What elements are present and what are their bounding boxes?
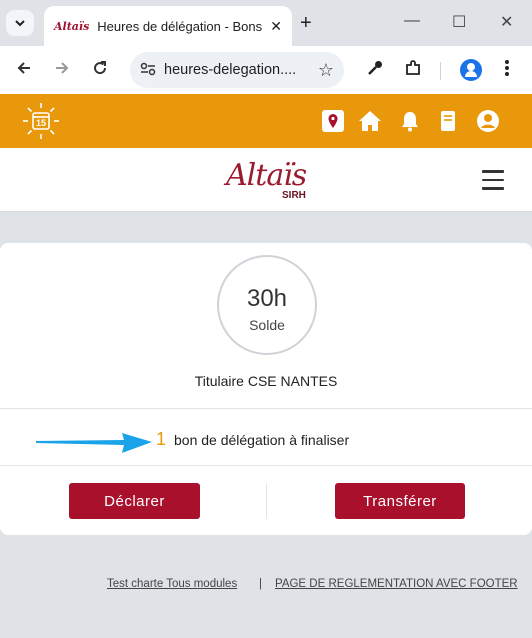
tab-close-icon[interactable]: ✕ <box>270 18 282 35</box>
home-icon[interactable] <box>358 109 382 133</box>
close-window-button[interactable]: ✕ <box>500 12 513 32</box>
browser-toolbar: heures-delegation.... ☆ <box>0 46 532 94</box>
bell-icon[interactable] <box>398 109 422 133</box>
chevron-down-icon <box>15 20 25 27</box>
tab-favicon: Altaïs <box>54 19 90 33</box>
logo-bar: Altaïs SIRH <box>0 148 532 212</box>
back-icon[interactable] <box>16 60 32 81</box>
titulaire-label: Titulaire CSE NANTES <box>194 373 338 389</box>
solde-circle: 30h Solde <box>217 255 317 355</box>
bons-row[interactable]: 1 bon de délégation à finaliser <box>0 427 532 463</box>
browser-tab[interactable]: Altaïs Heures de délégation - Bons de ✕ <box>44 6 292 46</box>
calendar-sun-icon[interactable]: 15 <box>22 102 60 140</box>
transferer-button[interactable]: Transférer <box>335 483 465 519</box>
url-text: heures-delegation.... <box>164 62 297 78</box>
address-bar[interactable]: heures-delegation.... ☆ <box>130 52 344 88</box>
map-pin-icon[interactable] <box>321 109 345 133</box>
user-icon[interactable] <box>476 109 500 133</box>
divider <box>0 408 532 409</box>
calendar-day: 15 <box>35 118 46 128</box>
toolbar-separator <box>440 62 441 80</box>
bons-text: bon de délégation à finaliser <box>174 432 350 448</box>
browser-tab-bar: Altaïs Heures de délégation - Bons de ✕ … <box>0 0 532 46</box>
book-icon[interactable] <box>436 109 460 133</box>
solde-value: 30h <box>246 285 288 312</box>
bons-count: 1 <box>156 429 167 449</box>
minimize-button[interactable]: — <box>404 12 420 30</box>
arrow-icon <box>36 433 152 453</box>
footer-separator: | <box>259 578 262 590</box>
divider <box>0 465 532 466</box>
tab-search-button[interactable] <box>6 10 34 36</box>
star-icon[interactable]: ☆ <box>318 60 334 81</box>
eyedropper-icon[interactable] <box>366 59 384 82</box>
footer-link-charte[interactable]: Test charte Tous modules <box>107 578 237 590</box>
profile-icon[interactable] <box>460 59 482 81</box>
footer-link-reglementation[interactable]: PAGE DE REGLEMENTATION AVEC FOOTER <box>275 578 518 590</box>
altays-logo[interactable]: Altaïs SIRH <box>226 158 307 201</box>
maximize-button[interactable]: ☐ <box>452 12 466 32</box>
new-tab-button[interactable]: + <box>300 12 312 35</box>
menu-kebab-icon[interactable] <box>504 59 510 82</box>
forward-icon[interactable] <box>54 60 70 81</box>
delegation-card: 30h Solde Titulaire CSE NANTES 1 bon de … <box>0 243 532 535</box>
extensions-icon[interactable] <box>404 59 422 82</box>
declarer-button[interactable]: Déclarer <box>69 483 200 519</box>
solde-label: Solde <box>249 317 285 333</box>
app-header: 15 <box>0 94 532 148</box>
reload-icon[interactable] <box>92 60 108 81</box>
site-info-icon[interactable] <box>140 62 156 79</box>
button-divider <box>266 483 267 519</box>
hamburger-menu-icon[interactable] <box>482 170 504 196</box>
tab-title: Heures de délégation - Bons de <box>97 18 265 34</box>
